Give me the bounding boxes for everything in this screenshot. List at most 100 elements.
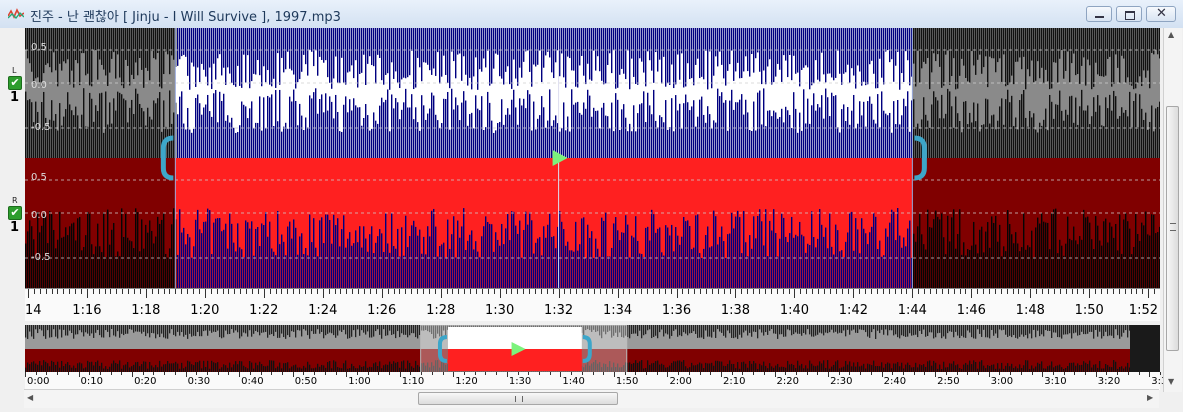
- scroll-up-arrow-icon[interactable]: ▲: [1168, 30, 1174, 39]
- timeline-tick: [487, 289, 489, 294]
- timeline-tick: [971, 289, 973, 298]
- timeline-tick: [576, 289, 578, 294]
- overview-tick: [945, 372, 947, 375]
- timeline-tick: [912, 289, 914, 298]
- overview-tick: [538, 372, 540, 375]
- timeline-tick: [747, 289, 749, 294]
- timeline-tick: [476, 289, 478, 294]
- timeline-tick: [546, 289, 548, 294]
- timeline-tick: [570, 289, 572, 294]
- overview-tick: [720, 372, 722, 377]
- lane-left-checkbox[interactable]: ✔: [8, 76, 22, 90]
- overview-tick: [196, 372, 198, 375]
- scroll-right-arrow-icon[interactable]: ▶: [1147, 393, 1153, 402]
- timeline-tick: [216, 289, 218, 294]
- overview-tick: [324, 372, 326, 375]
- timeline-tick: [812, 289, 814, 294]
- waveform-view[interactable]: 0.5 0.0 -0.5 0.5 0.0 -0.5: [25, 28, 1160, 288]
- timeline-tick: [1118, 289, 1120, 294]
- timeline-label: 1:42: [838, 303, 868, 318]
- timeline-tick: [234, 289, 236, 294]
- amplitude-label-R-1: 0.0: [31, 210, 47, 221]
- timeline-tick: [924, 289, 926, 294]
- overview-tick: [592, 372, 594, 375]
- minimize-icon: [1095, 16, 1104, 18]
- timeline-tick: [1154, 289, 1156, 294]
- overview-tick: [603, 372, 605, 375]
- timeline-tick: [989, 289, 990, 294]
- timeline-tick: [257, 289, 259, 294]
- vertical-scrollbar[interactable]: ▲ ▼: [1163, 28, 1182, 392]
- close-button[interactable]: ✕: [1146, 6, 1176, 22]
- timeline-tick: [918, 289, 920, 294]
- timeline-label: 1:46: [956, 303, 986, 318]
- overview-tick: [635, 372, 637, 375]
- horizontal-scrollbar[interactable]: ◀ ▶: [24, 389, 1159, 408]
- timeline-tick: [688, 289, 690, 294]
- lane-right-checkbox[interactable]: ✔: [8, 206, 22, 220]
- timeline-tick: [405, 289, 407, 294]
- timeline-tick: [81, 289, 82, 294]
- overview-tick: [217, 372, 219, 375]
- overview-tick: [795, 372, 797, 375]
- timeline-tick: [676, 289, 678, 298]
- timeline-tick: [930, 289, 932, 294]
- restore-icon: [1125, 11, 1135, 20]
- horizontal-scroll-thumb[interactable]: [418, 392, 618, 405]
- overview-label: 3:10: [1044, 376, 1067, 387]
- timeline-tick: [1059, 289, 1061, 294]
- timeline-tick: [1142, 289, 1144, 294]
- minimize-button[interactable]: [1086, 6, 1112, 22]
- overview-label: 1:30: [508, 376, 532, 387]
- lane-label-left: L: [12, 66, 17, 75]
- timeline-label: 14: [25, 303, 42, 318]
- overview-tick: [1127, 372, 1129, 375]
- overview-tick: [89, 372, 91, 375]
- overview-tick: [1085, 372, 1087, 375]
- timeline-tick: [145, 289, 147, 298]
- timeline-tick: [57, 289, 59, 294]
- overview-tick: [817, 372, 819, 375]
- overview-tick: [207, 372, 209, 375]
- timeline-tick: [717, 289, 719, 294]
- timeline-label: 1:32: [543, 303, 574, 318]
- timeline-ruler[interactable]: 14 1:16 1:18 1:20 1:22 1:24 1:26 1:28 1:30 1:32 1:…: [25, 288, 1160, 321]
- overview-tick: [110, 372, 112, 375]
- scroll-left-arrow-icon[interactable]: ◀: [27, 393, 33, 402]
- timeline-tick: [440, 289, 442, 298]
- overview-tick: [260, 372, 262, 375]
- scroll-down-arrow-icon[interactable]: ▼: [1168, 377, 1174, 386]
- overview-tick: [517, 372, 519, 375]
- timeline-tick: [464, 289, 466, 294]
- timeline-tick: [352, 289, 354, 294]
- overview-tick: [78, 372, 80, 377]
- overview-waveform[interactable]: [25, 325, 1160, 373]
- restore-button[interactable]: [1116, 6, 1142, 22]
- timeline-tick: [871, 289, 873, 294]
- timeline-tick: [605, 289, 607, 294]
- overview-tick: [849, 372, 851, 375]
- overview-label: 0:10: [80, 376, 103, 387]
- timeline-tick: [1000, 289, 1002, 294]
- overview-tick: [35, 372, 37, 375]
- overview-tick: [142, 372, 144, 375]
- timeline-tick: [228, 289, 230, 294]
- timeline-tick: [517, 289, 519, 294]
- timeline-tick: [210, 289, 212, 294]
- overview-tick: [378, 372, 380, 375]
- overview-tick: [656, 372, 658, 375]
- timeline-tick: [647, 289, 649, 294]
- overview-tick: [870, 372, 872, 375]
- overview-tick: [560, 372, 562, 377]
- overview-tick: [1160, 372, 1161, 375]
- overview-tick: [624, 372, 626, 375]
- timeline-tick: [369, 289, 371, 294]
- vertical-scroll-thumb[interactable]: [1166, 106, 1179, 351]
- timeline-tick: [788, 289, 790, 294]
- overview-tick: [442, 372, 444, 375]
- window-title: 진주 - 난 괜찮아 [ Jinju - I Will Survive ], 1…: [30, 10, 341, 25]
- overview-tick: [239, 372, 241, 377]
- timeline-tick: [723, 289, 725, 294]
- timeline-tick: [770, 289, 772, 294]
- timeline-tick: [753, 289, 755, 294]
